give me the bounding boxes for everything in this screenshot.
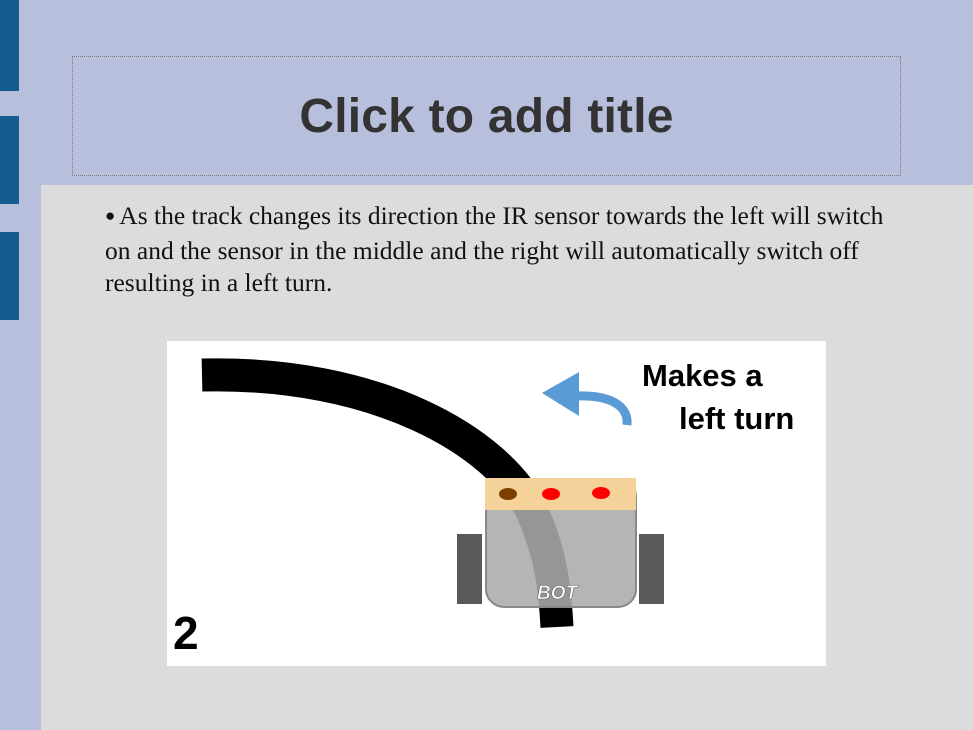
accent-bar-bottom <box>0 232 19 320</box>
right-sensor <box>592 487 610 499</box>
left-band <box>0 0 41 730</box>
robot-label: BOT <box>537 583 579 604</box>
title-text: Click to add title <box>299 89 674 143</box>
bullet-paragraph[interactable]: ● As the track changes its direction the … <box>105 200 895 299</box>
caption-line-1: Makes a <box>642 358 763 393</box>
caption-line-2: left turn <box>679 401 794 436</box>
accent-bar-top <box>0 0 19 91</box>
left-turn-arrow-icon <box>576 391 632 426</box>
bullet-text: As the track changes its direction the I… <box>105 201 884 297</box>
accent-bar-middle <box>0 116 19 204</box>
bullet-icon: ● <box>105 206 116 225</box>
left-wheel <box>457 534 482 604</box>
step-number: 2 <box>173 607 199 659</box>
middle-sensor <box>542 488 560 500</box>
left-turn-arrowhead <box>542 372 579 416</box>
left-sensor <box>499 488 517 500</box>
title-placeholder[interactable]: Click to add title <box>72 56 901 176</box>
right-wheel <box>639 534 664 604</box>
line-follower-figure: BOT Makes a left turn 2 <box>167 341 826 666</box>
